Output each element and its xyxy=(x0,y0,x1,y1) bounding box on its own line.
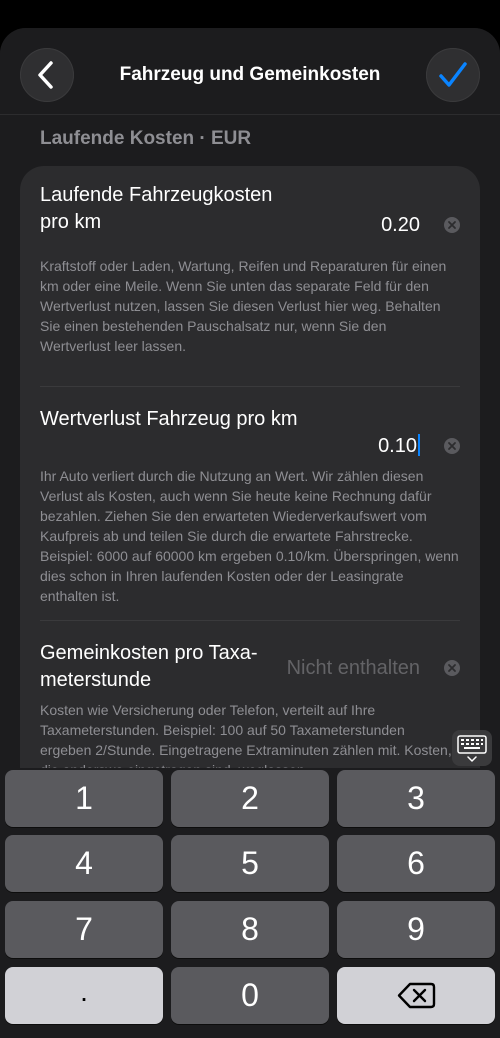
depreciation-input[interactable]: 0.10 xyxy=(378,433,420,460)
field-placeholder: Nicht enthalten xyxy=(286,657,420,679)
key-3[interactable]: 3 xyxy=(337,770,495,827)
clear-depreciation-button[interactable] xyxy=(444,438,460,454)
key-6[interactable]: 6 xyxy=(337,835,495,892)
costs-card: Laufende Fahrzeugkosten pro km 0.20 Kraf… xyxy=(20,166,480,806)
keyboard-dismiss-icon xyxy=(457,735,487,762)
field-label: Laufende Fahrzeugkosten pro km xyxy=(40,184,273,233)
field-description: Kraftstoff oder Laden, Wartung, Reifen u… xyxy=(40,258,447,354)
divider xyxy=(40,386,460,387)
divider xyxy=(40,620,460,621)
key-0[interactable]: 0 xyxy=(171,967,329,1024)
key-decimal[interactable]: . xyxy=(5,967,163,1024)
page-title: Fahrzeug und Gemeinkosten xyxy=(119,64,381,85)
numeric-keypad: 1 2 3 4 5 6 7 8 9 . 0 xyxy=(0,768,500,1038)
field-label: Gemeinkosten pro Taxa­meterstunde xyxy=(40,642,258,691)
section-header: Laufende Kosten · EUR xyxy=(40,128,252,149)
chevron-left-icon xyxy=(38,61,53,89)
field-description: Ihr Auto verliert durch die Nutzung an W… xyxy=(40,468,459,604)
clear-x-icon xyxy=(448,664,456,672)
field-label: Wertverlust Fahrzeug pro km xyxy=(40,408,298,430)
key-2[interactable]: 2 xyxy=(171,770,329,827)
keyboard-dismiss-button[interactable] xyxy=(452,730,492,766)
backspace-icon xyxy=(397,982,436,1009)
key-8[interactable]: 8 xyxy=(171,901,329,958)
key-5[interactable]: 5 xyxy=(171,835,329,892)
field-depreciation: Wertverlust Fahrzeug pro km 0.10 Ihr Aut… xyxy=(40,406,460,606)
key-7[interactable]: 7 xyxy=(5,901,163,958)
backspace-key[interactable] xyxy=(337,967,495,1024)
key-1[interactable]: 1 xyxy=(5,770,163,827)
field-value: 0.20 xyxy=(381,214,420,236)
confirm-button[interactable] xyxy=(426,48,480,102)
clear-x-icon xyxy=(448,442,456,450)
field-running-costs: Laufende Fahrzeugkosten pro km 0.20 Kraf… xyxy=(40,182,460,354)
navigation-bar: Fahrzeug und Gemeinkosten xyxy=(0,28,500,115)
running-costs-input[interactable]: 0.20 xyxy=(381,212,420,239)
checkmark-icon xyxy=(439,62,467,87)
clear-overhead-button[interactable] xyxy=(444,660,460,676)
key-9[interactable]: 9 xyxy=(337,901,495,958)
clear-running-costs-button[interactable] xyxy=(444,217,460,233)
overhead-input[interactable]: Nicht enthalten xyxy=(287,655,420,682)
back-button[interactable] xyxy=(20,48,74,102)
key-4[interactable]: 4 xyxy=(5,835,163,892)
field-value: 0.10 xyxy=(378,435,417,457)
text-cursor xyxy=(418,434,420,456)
clear-x-icon xyxy=(448,221,456,229)
